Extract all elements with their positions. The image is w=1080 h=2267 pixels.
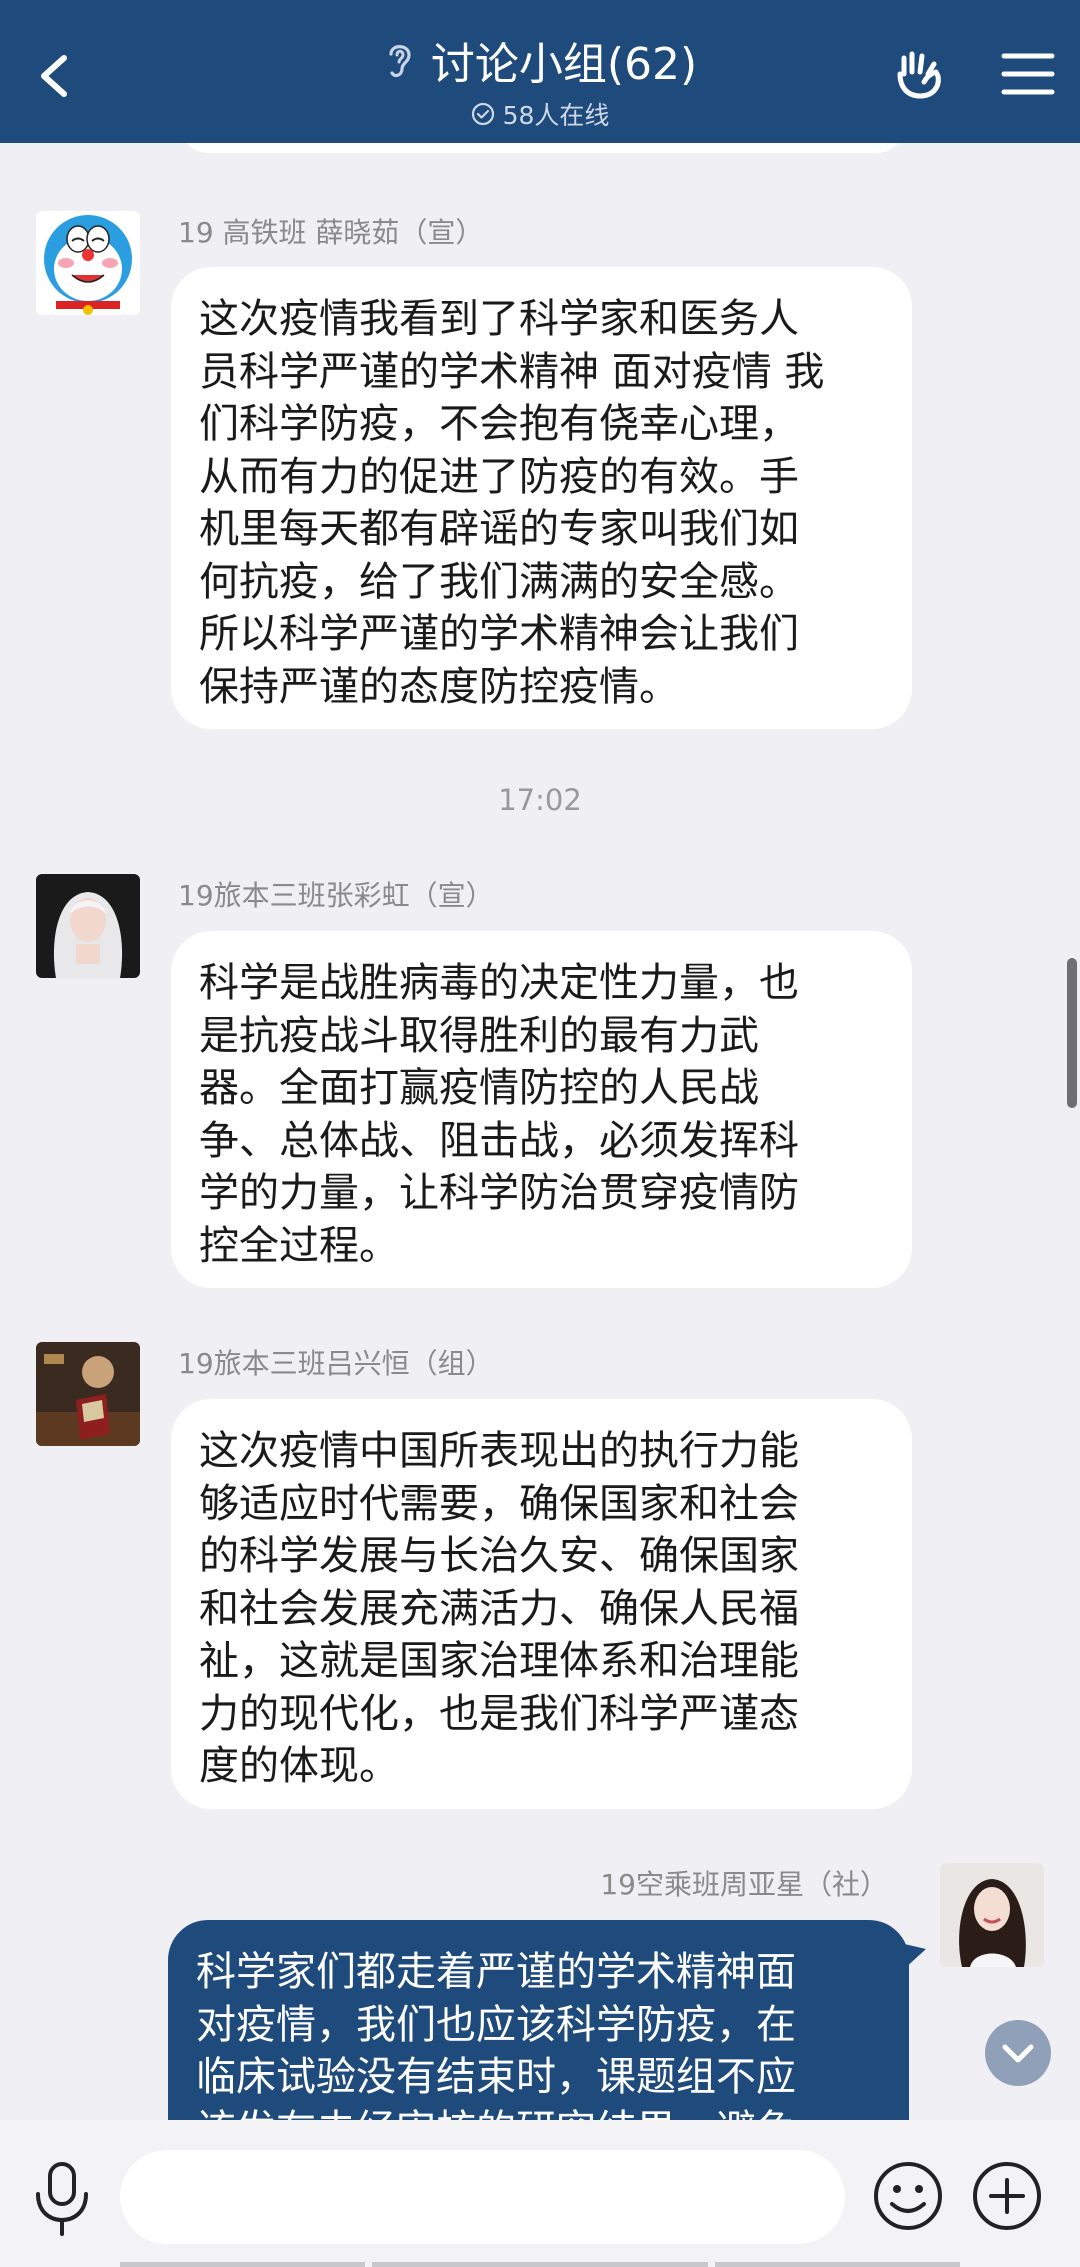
message-line: 是抗疫战斗取得胜利的最有力武 xyxy=(199,1012,759,1059)
ear-icon xyxy=(389,45,411,78)
message-line: 争、总体战、阻击战，必须发挥科 xyxy=(199,1117,799,1164)
menu-icon xyxy=(1001,53,1055,95)
message-line: 该发布未经审核的研究结果，避免 xyxy=(196,2104,883,2121)
previous-message-bubble xyxy=(180,143,905,153)
avatar[interactable] xyxy=(36,211,140,315)
input-bar xyxy=(0,2120,1080,2267)
microphone-icon xyxy=(36,2162,88,2236)
chat-header: 讨论小组(62) 58人在线 xyxy=(0,0,1080,143)
sender-name: 19旅本三班吕兴恒（组） xyxy=(178,1347,494,1380)
message-line: 对疫情，我们也应该科学防疫，在 xyxy=(196,2001,796,2048)
avatar[interactable] xyxy=(36,1342,140,1446)
menu-button[interactable] xyxy=(1000,50,1056,98)
sender-name: 19旅本三班张彩虹（宣） xyxy=(178,879,494,912)
raise-hand-button[interactable] xyxy=(890,44,950,104)
message-input[interactable] xyxy=(120,2150,845,2244)
check-circle-icon xyxy=(471,102,494,126)
bubble-tail-icon xyxy=(900,1943,926,1969)
avatar[interactable] xyxy=(36,874,140,978)
message-list[interactable]: 19 高铁班 薛晓茹（宣） 这次疫情我看到了科学家和医务人 员科学严谨的学术精神… xyxy=(0,143,1080,2120)
raise-hand-icon xyxy=(897,51,941,99)
user-photo-icon xyxy=(940,1863,1044,1967)
message-line: 科学家们都走着严谨的学术精神面 xyxy=(196,1949,796,1995)
panel-divider xyxy=(120,2262,365,2267)
message-line: 们科学防疫，不会抱有侥幸心理， xyxy=(199,401,799,447)
message-line: 这次疫情我看到了科学家和医务人 xyxy=(199,296,799,342)
message-bubble-outgoing[interactable]: 科学家们都走着严谨的学术精神面 对疫情，我们也应该科学防疫，在 临床试验没有结束… xyxy=(168,1920,909,2120)
message-line: 所以科学严谨的学术精神会让我们 xyxy=(199,611,799,657)
message-line: 祉，这就是国家治理体系和治理能 xyxy=(199,1638,799,1684)
message-line: 和社会发展充满活力、确保人民福 xyxy=(199,1585,799,1632)
user-photo-icon xyxy=(36,1342,140,1446)
doraemon-avatar-icon xyxy=(36,211,140,315)
message-line: 何抗疫，给了我们满满的安全感。 xyxy=(199,558,799,605)
message-bubble[interactable]: 科学是战胜病毒的决定性力量，也 是抗疫战斗取得胜利的最有力武 器。全面打赢疫情防… xyxy=(171,931,912,1288)
plus-icon xyxy=(973,2162,1041,2230)
message-line: 从而有力的促进了防疫的有效。手 xyxy=(199,453,799,500)
sender-name: 19 高铁班 薛晓茹（宣） xyxy=(178,216,484,249)
message-line: 的科学发展与长治久安、确保国家 xyxy=(199,1533,799,1579)
message-line: 保持严谨的态度防控疫情。 xyxy=(199,663,679,710)
avatar[interactable] xyxy=(940,1863,1044,1967)
message-line: 员科学严谨的学术精神 面对疫情 我 xyxy=(199,348,825,395)
scroll-to-bottom-button[interactable] xyxy=(985,2020,1051,2086)
message-line: 科学是战胜病毒的决定性力量，也 xyxy=(199,960,799,1006)
scrollbar[interactable] xyxy=(1067,958,1077,1108)
sender-name: 19空乘班周亚星（社） xyxy=(600,1868,888,1901)
online-count: 58人在线 xyxy=(502,101,610,130)
message-line: 够适应时代需要，确保国家和社会 xyxy=(199,1480,799,1527)
emoji-button[interactable] xyxy=(872,2160,944,2232)
message-line: 临床试验没有结束时，课题组不应 xyxy=(196,2054,796,2100)
chevron-down-icon xyxy=(1002,2044,1034,2063)
emoji-icon xyxy=(874,2162,942,2230)
message-line: 力的现代化，也是我们科学严谨态 xyxy=(199,1690,799,1737)
message-bubble[interactable]: 这次疫情中国所表现出的执行力能 够适应时代需要，确保国家和社会 的科学发展与长治… xyxy=(171,1399,912,1809)
timestamp: 17:02 xyxy=(498,783,582,817)
panel-divider xyxy=(715,2262,960,2267)
more-button[interactable] xyxy=(971,2160,1043,2232)
panel-divider xyxy=(372,2262,708,2267)
group-title: 讨论小组(62) xyxy=(430,39,698,90)
message-line: 机里每天都有辟谣的专家叫我们如 xyxy=(199,506,799,552)
user-photo-icon xyxy=(36,874,140,978)
message-bubble[interactable]: 这次疫情我看到了科学家和医务人 员科学严谨的学术精神 面对疫情 我 们科学防疫，… xyxy=(171,267,912,729)
message-line: 学的力量，让科学防治贯穿疫情防 xyxy=(199,1170,799,1216)
message-line: 器。全面打赢疫情防控的人民战 xyxy=(199,1065,759,1111)
message-line: 度的体现。 xyxy=(199,1743,399,1789)
message-line: 控全过程。 xyxy=(199,1222,399,1269)
message-line: 这次疫情中国所表现出的执行力能 xyxy=(199,1428,799,1474)
voice-button[interactable] xyxy=(30,2160,94,2238)
